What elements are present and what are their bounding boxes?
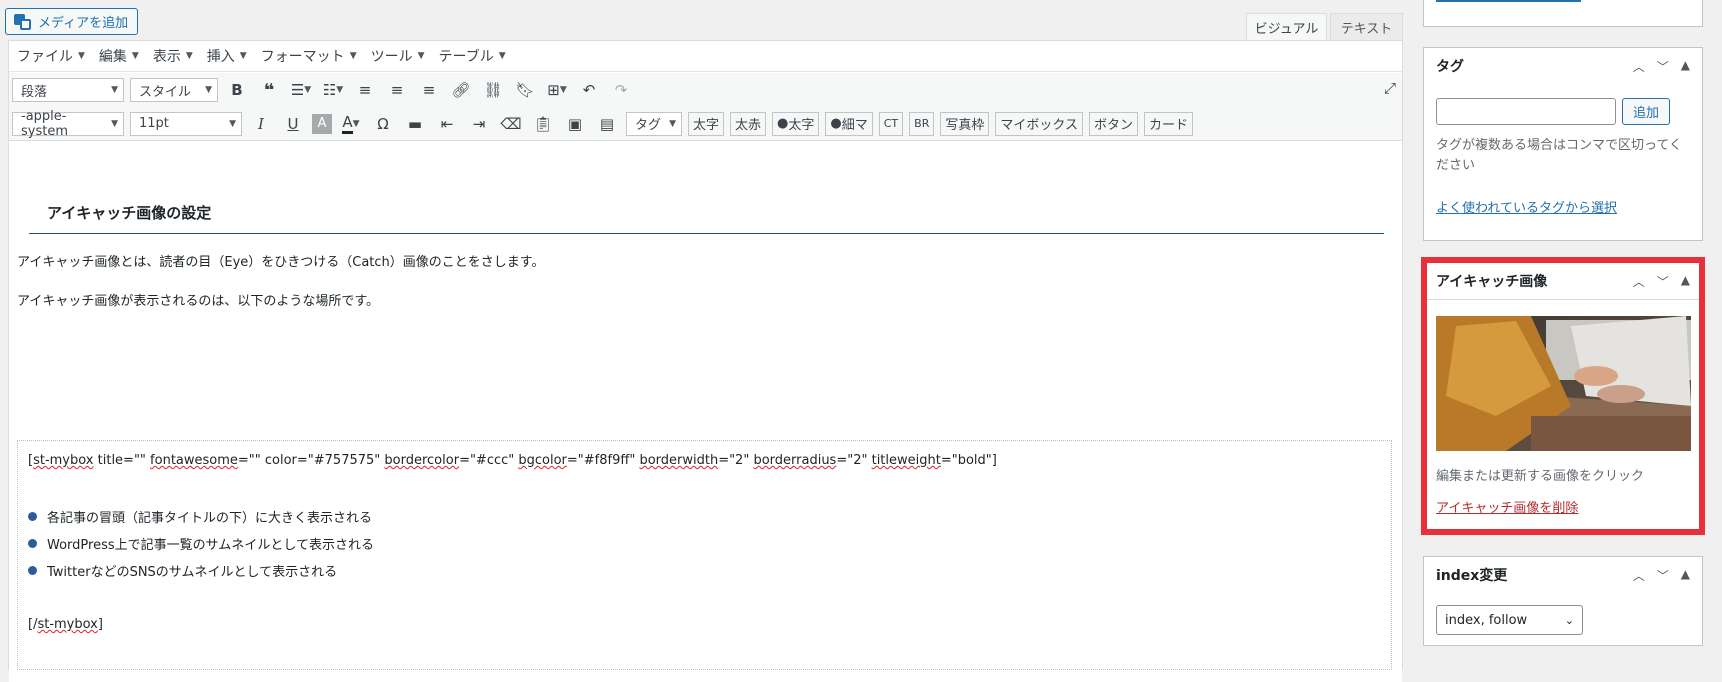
shortcode-open: [st-mybox title="" fontawesome="" color=… bbox=[28, 453, 997, 468]
indent-icon[interactable]: ⇥ bbox=[466, 111, 492, 137]
editor: ファイル ▼ 編集 ▼ 表示 ▼ 挿入 ▼ フォーマット ▼ ツール ▼ テーブル ▼ 段落 ▼… bbox=[8, 40, 1403, 682]
table-icon[interactable]: ⊞ ▼ bbox=[544, 77, 570, 103]
content-paragraph: アイキャッチ画像とは、読者の目（Eye）をひきつける（Catch）画像のことをさ… bbox=[17, 255, 545, 270]
format-select[interactable]: 段落 ▼ bbox=[12, 78, 124, 102]
list-item: 各記事の冒頭（記事タイトルの下）に大きく表示される bbox=[28, 507, 372, 526]
btn-mybox[interactable]: マイボックス bbox=[995, 111, 1083, 136]
panel-title: index変更 bbox=[1436, 568, 1508, 584]
chevron-down-icon[interactable]: ﹀ bbox=[1657, 273, 1669, 290]
fullscreen-icon[interactable]: ⤢ bbox=[1384, 79, 1396, 97]
menu-edit[interactable]: 編集 ▼ bbox=[99, 46, 139, 66]
chevron-up-icon[interactable]: ︿ bbox=[1633, 58, 1645, 75]
eyecatch-image[interactable] bbox=[1436, 316, 1691, 451]
menu-view[interactable]: 表示 ▼ bbox=[153, 46, 193, 66]
add-media-button[interactable]: メディアを追加 bbox=[5, 8, 138, 35]
remove-eyecatch-link[interactable]: アイキャッチ画像を削除 bbox=[1436, 497, 1578, 516]
add-media-label: メディアを追加 bbox=[38, 16, 129, 31]
chevron-down-icon[interactable]: ﹀ bbox=[1657, 58, 1669, 75]
paste-text-icon[interactable]: 📋︎ bbox=[530, 111, 556, 137]
menu-table[interactable]: テーブル ▼ bbox=[439, 46, 506, 66]
menu-file[interactable]: ファイル ▼ bbox=[17, 46, 85, 66]
user-circle-icon: ● bbox=[777, 116, 789, 131]
btn-button[interactable]: ボタン bbox=[1089, 111, 1139, 136]
content-heading: アイキャッチ画像の設定 bbox=[29, 202, 1384, 234]
highlight-icon[interactable]: A bbox=[312, 113, 332, 134]
panel-title: タグ bbox=[1436, 59, 1464, 75]
video-icon[interactable]: ▤ bbox=[594, 111, 620, 137]
bullet-list-icon[interactable]: ☰ ▼ bbox=[288, 77, 314, 103]
editor-menubar: ファイル ▼ 編集 ▼ 表示 ▼ 挿入 ▼ フォーマット ▼ ツール ▼ テーブル ▼ bbox=[9, 41, 1402, 72]
tag-input[interactable] bbox=[1436, 98, 1616, 125]
align-right-icon[interactable]: ≡ bbox=[416, 77, 442, 103]
menu-tools[interactable]: ツール ▼ bbox=[371, 46, 425, 66]
chevron-down-icon[interactable]: ﹀ bbox=[1657, 567, 1669, 584]
editor-content[interactable]: アイキャッチ画像の設定 アイキャッチ画像とは、読者の目（Eye）をひきつける（C… bbox=[9, 142, 1402, 682]
eyecatch-caption: 編集または更新する画像をクリック bbox=[1436, 469, 1645, 484]
media-icon bbox=[14, 13, 32, 30]
previous-panel-bottom bbox=[1423, 0, 1703, 27]
index-select[interactable]: index, follow ⌄ bbox=[1436, 605, 1583, 635]
blockquote-icon[interactable]: ❝ bbox=[256, 77, 282, 103]
numbered-list-icon[interactable]: ☷ ▼ bbox=[320, 77, 346, 103]
bold-icon[interactable]: B bbox=[224, 77, 250, 103]
user-circle-icon: ● bbox=[830, 116, 842, 131]
list-item: WordPress上で記事一覧のサムネイルとして表示される bbox=[28, 534, 374, 553]
btn-card[interactable]: カード bbox=[1144, 111, 1194, 136]
align-left-icon[interactable]: ≡ bbox=[352, 77, 378, 103]
bookmark-icon[interactable]: 🔖︎ bbox=[512, 77, 538, 103]
tag-select[interactable]: タグ ▼ bbox=[626, 111, 682, 136]
menu-insert[interactable]: 挿入 ▼ bbox=[207, 46, 247, 66]
toggle-triangle-icon[interactable]: ▲ bbox=[1681, 567, 1690, 584]
toolbar-row-2: -apple-system ▼ 11pt ▼ I U A A ▼ Ω ▬ ⇤ ⇥ ⌫ … bbox=[9, 107, 1402, 141]
tab-text[interactable]: テキスト bbox=[1330, 13, 1403, 41]
toggle-triangle-icon[interactable]: ▲ bbox=[1681, 58, 1690, 75]
btn-ct[interactable]: CT bbox=[878, 111, 904, 136]
chevron-up-icon[interactable]: ︿ bbox=[1633, 273, 1645, 290]
eyecatch-panel: アイキャッチ画像 ︿ ﹀ ▲ 編集または更新する画像をクリック アイキャッチ画像を削… bbox=[1423, 262, 1703, 530]
mybox-shortcode-block: [st-mybox title="" fontawesome="" color=… bbox=[17, 440, 1392, 670]
content-paragraph: アイキャッチ画像が表示されるのは、以下のような場所です。 bbox=[17, 294, 380, 309]
italic-icon[interactable]: I bbox=[248, 111, 274, 137]
chevron-down-icon: ⌄ bbox=[1564, 613, 1574, 627]
clear-format-icon[interactable]: ⌫ bbox=[498, 111, 524, 137]
btn-photo-frame[interactable]: 写真枠 bbox=[940, 111, 990, 136]
btn-user-bold[interactable]: ● 太字 bbox=[772, 111, 820, 136]
panel-title: アイキャッチ画像 bbox=[1436, 274, 1548, 290]
image-icon[interactable]: ▣ bbox=[562, 111, 588, 137]
font-select[interactable]: -apple-system ▼ bbox=[12, 109, 124, 139]
tag-description: タグが複数ある場合はコンマで区切ってください bbox=[1436, 138, 1682, 173]
tag-add-button[interactable]: 追加 bbox=[1622, 98, 1670, 125]
btn-user-marker[interactable]: ● 細マ bbox=[825, 111, 873, 136]
toolbar-row-1: 段落 ▼ スタイル ▼ B ❝ ☰ ▼ ☷ ▼ ≡ ≡ ≡ 🔗︎ ⛓ 🔖︎ ⊞ ▼ ↶ ↷… bbox=[9, 73, 1402, 107]
shortcode-close: [/st-mybox] bbox=[28, 617, 103, 632]
outdent-icon[interactable]: ⇤ bbox=[434, 111, 460, 137]
unlink-icon[interactable]: ⛓ bbox=[480, 77, 506, 103]
align-center-icon[interactable]: ≡ bbox=[384, 77, 410, 103]
toggle-triangle-icon[interactable]: ▲ bbox=[1681, 273, 1690, 290]
horizontal-line-icon[interactable]: ▬ bbox=[402, 111, 428, 137]
style-select[interactable]: スタイル ▼ bbox=[130, 78, 218, 102]
underline-icon[interactable]: U bbox=[280, 111, 306, 137]
text-color-icon[interactable]: A ▼ bbox=[338, 111, 364, 137]
font-size-select[interactable]: 11pt ▼ bbox=[130, 111, 242, 136]
menu-format[interactable]: フォーマット ▼ bbox=[261, 46, 357, 66]
bullet-dot bbox=[28, 566, 37, 575]
btn-bold-red[interactable]: 太赤 bbox=[730, 111, 767, 136]
bullet-dot bbox=[28, 539, 37, 548]
index-panel: index変更 ︿ ﹀ ▲ index, follow ⌄ bbox=[1423, 556, 1703, 646]
popular-tags-link[interactable]: よく使われているタグから選択 bbox=[1436, 197, 1617, 216]
bullet-dot bbox=[28, 512, 37, 521]
btn-bold[interactable]: 太字 bbox=[688, 111, 725, 136]
undo-icon[interactable]: ↶ bbox=[576, 77, 602, 103]
btn-br[interactable]: BR bbox=[909, 111, 935, 136]
special-char-icon[interactable]: Ω bbox=[370, 111, 396, 137]
chevron-up-icon[interactable]: ︿ bbox=[1633, 567, 1645, 584]
list-item: TwitterなどのSNSのサムネイルとして表示される bbox=[28, 561, 337, 580]
redo-icon[interactable]: ↷ bbox=[608, 77, 634, 103]
tags-panel: タグ ︿ ﹀ ▲ 追加 タグが複数ある場合はコンマで区切ってください よく使われてい… bbox=[1423, 47, 1703, 241]
link-icon[interactable]: 🔗︎ bbox=[448, 77, 474, 103]
tab-visual[interactable]: ビジュアル bbox=[1246, 13, 1327, 41]
